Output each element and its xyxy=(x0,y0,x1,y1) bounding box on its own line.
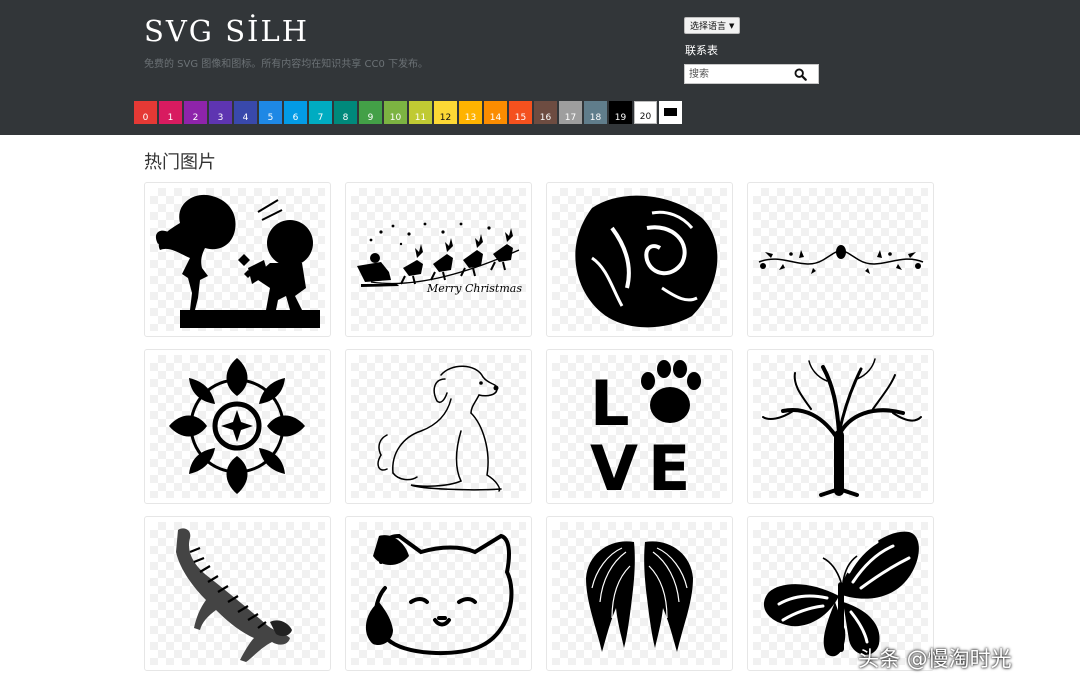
santa-sleigh-icon: Merry Christmas xyxy=(357,222,522,295)
black-rectangle-icon xyxy=(664,108,677,116)
love-letter-e: E xyxy=(648,432,690,498)
black-on-white-filter-button[interactable] xyxy=(659,101,682,124)
color-swatch-1[interactable]: 1 xyxy=(159,101,182,124)
site-logo[interactable]: SVG SİLH xyxy=(144,14,309,48)
color-swatch-label: 14 xyxy=(489,113,502,123)
color-swatch-8[interactable]: 8 xyxy=(334,101,357,124)
chevron-down-icon: ▼ xyxy=(729,21,735,30)
puppy-line-art-icon xyxy=(377,365,502,492)
color-swatch-19[interactable]: 19 xyxy=(609,101,632,124)
color-swatch-label: 15 xyxy=(514,113,527,123)
color-swatch-6[interactable]: 6 xyxy=(284,101,307,124)
mandala-icon xyxy=(169,358,305,494)
gallery-card[interactable]: Merry Christmas xyxy=(345,182,532,337)
color-swatch-15[interactable]: 15 xyxy=(509,101,532,124)
color-swatch-label: 11 xyxy=(414,113,427,123)
color-swatch-12[interactable]: 12 xyxy=(434,101,457,124)
color-swatch-label: 3 xyxy=(217,113,224,123)
color-swatch-label: 13 xyxy=(464,113,477,123)
color-swatch-7[interactable]: 7 xyxy=(309,101,332,124)
watermark-text: 头条 @慢淘时光 xyxy=(858,647,1012,671)
gallery-card[interactable] xyxy=(144,182,331,337)
color-swatch-label: 5 xyxy=(267,113,274,123)
section-title: 热门图片 xyxy=(144,152,216,173)
bare-tree-icon xyxy=(762,358,922,497)
search-icon[interactable] xyxy=(794,68,807,81)
color-swatch-17[interactable]: 17 xyxy=(559,101,582,124)
search-input[interactable] xyxy=(685,65,793,83)
rose-icon xyxy=(575,195,718,328)
gallery-card[interactable] xyxy=(144,349,331,504)
love-letter-l: L xyxy=(590,367,630,440)
gallery-card[interactable] xyxy=(747,182,934,337)
color-swatch-label: 2 xyxy=(192,113,199,123)
color-swatch-5[interactable]: 5 xyxy=(259,101,282,124)
angel-wings-icon xyxy=(586,541,693,652)
contact-link[interactable]: 联系表 xyxy=(685,42,718,58)
color-swatch-14[interactable]: 14 xyxy=(484,101,507,124)
color-swatch-20[interactable]: 20 xyxy=(634,101,657,124)
color-swatch-13[interactable]: 13 xyxy=(459,101,482,124)
gallery-card[interactable] xyxy=(144,516,331,671)
color-swatch-label: 17 xyxy=(564,113,577,123)
floral-divider-icon xyxy=(758,245,924,274)
color-swatch-label: 7 xyxy=(317,113,324,123)
site-header: SVG SİLH 免费的 SVG 图像和图标。所有内容均在知识共享 CC0 下发… xyxy=(0,0,1080,135)
love-letter-v: V xyxy=(590,432,638,498)
color-swatch-label: 6 xyxy=(292,113,299,123)
color-swatch-label: 0 xyxy=(142,113,149,123)
couple-silhouette-icon xyxy=(155,194,320,328)
search-box xyxy=(684,64,819,84)
color-swatch-label: 1 xyxy=(167,113,174,123)
lucky-cat-icon xyxy=(365,533,514,655)
gallery-card[interactable] xyxy=(747,349,934,504)
color-swatch-16[interactable]: 16 xyxy=(534,101,557,124)
gallery-card[interactable] xyxy=(345,516,532,671)
language-select-label: 选择语言 xyxy=(690,22,727,32)
language-select-button[interactable]: 选择语言 ▼ xyxy=(684,17,741,34)
color-swatch-label: 9 xyxy=(367,113,374,123)
color-swatch-11[interactable]: 11 xyxy=(409,101,432,124)
site-tagline: 免费的 SVG 图像和图标。所有内容均在知识共享 CC0 下发布。 xyxy=(144,59,428,70)
color-swatch-label: 10 xyxy=(389,113,402,123)
gallery-card[interactable]: L V E xyxy=(546,349,733,504)
color-swatch-3[interactable]: 3 xyxy=(209,101,232,124)
gallery-card[interactable] xyxy=(546,516,733,671)
color-filter-bar: 0 1 2 3 4 5 6 7 8 9 10 11 12 13 14 15 16 17 18 19 20 xyxy=(134,101,682,124)
color-swatch-4[interactable]: 4 xyxy=(234,101,257,124)
color-swatch-label: 12 xyxy=(439,113,452,123)
color-swatch-label: 18 xyxy=(589,113,602,123)
color-swatch-label: 16 xyxy=(539,113,552,123)
color-swatch-2[interactable]: 2 xyxy=(184,101,207,124)
color-swatch-18[interactable]: 18 xyxy=(584,101,607,124)
christmas-caption: Merry Christmas xyxy=(426,282,522,295)
image-gallery: Merry Christmas L V E xyxy=(144,182,934,671)
color-swatch-label: 19 xyxy=(614,113,627,123)
tiger-icon xyxy=(176,528,292,662)
color-swatch-9[interactable]: 9 xyxy=(359,101,382,124)
color-swatch-label: 20 xyxy=(639,112,652,122)
color-swatch-0[interactable]: 0 xyxy=(134,101,157,124)
gallery-card[interactable] xyxy=(546,182,733,337)
color-swatch-10[interactable]: 10 xyxy=(384,101,407,124)
love-paw-icon: L V E xyxy=(590,360,701,498)
color-swatch-label: 4 xyxy=(242,113,249,123)
color-swatch-label: 8 xyxy=(342,113,349,123)
gallery-card[interactable] xyxy=(345,349,532,504)
